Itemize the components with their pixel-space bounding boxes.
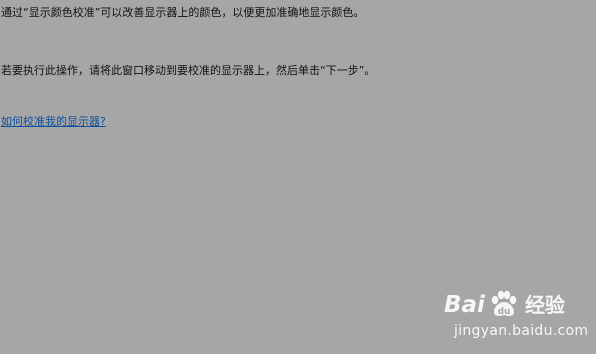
calibration-window-content: 通过“显示颜色校准”可以改善显示器上的颜色，以便更加准确地显示颜色。 若要执行此…	[0, 0, 596, 354]
help-link[interactable]: 如何校准我的显示器?	[1, 115, 106, 129]
watermark-url: jingyan.baidu.com	[454, 323, 589, 339]
intro-text: 通过“显示颜色校准”可以改善显示器上的颜色，以便更加准确地显示颜色。	[1, 6, 365, 19]
baidu-paw-icon: du	[486, 288, 520, 322]
svg-text:du: du	[498, 307, 511, 317]
watermark-brand: Bai du 经验	[444, 288, 565, 322]
instruction-text: 若要执行此操作，请将此窗口移动到要校准的显示器上，然后单击“下一步”。	[1, 64, 376, 77]
watermark-brand-right: 经验	[524, 293, 565, 317]
watermark-brand-left: Bai	[444, 292, 485, 318]
baidu-jingyan-watermark: Bai du 经验 jingyan.baidu.com	[440, 286, 590, 346]
